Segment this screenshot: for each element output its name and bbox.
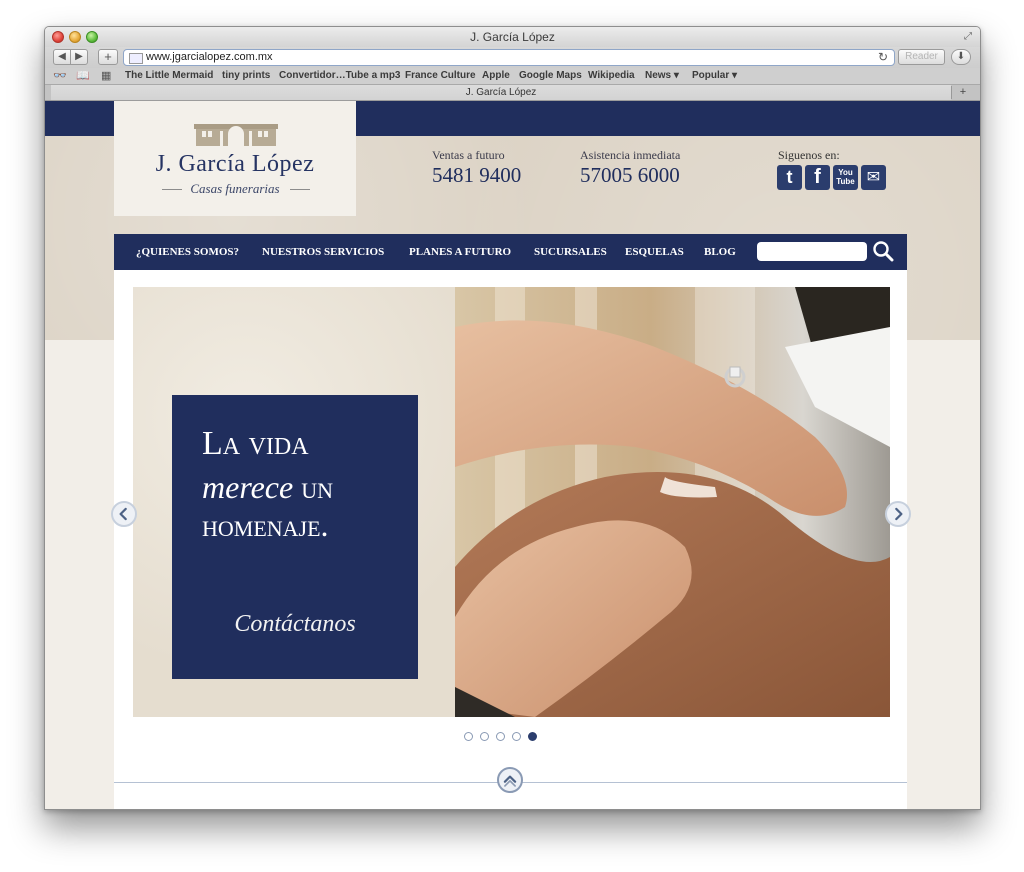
bookmark-item[interactable]: tiny prints <box>222 70 270 81</box>
contact-cta-link[interactable]: Contáctanos <box>172 611 418 638</box>
url-text[interactable]: www.jgarcialopez.com.mx <box>146 51 273 63</box>
main-nav: ¿QUIENES SOMOS? NUESTROS SERVICIOS PLANE… <box>114 234 907 270</box>
youtube-icon[interactable]: You Tube <box>833 165 858 190</box>
forward-button[interactable]: ▶ <box>70 49 88 65</box>
nav-item-esquelas[interactable]: ESQUELAS <box>625 246 684 258</box>
hero-line-3: homenaje. <box>202 507 329 543</box>
bookmarks-book-icon[interactable]: 📖 <box>76 69 90 82</box>
facebook-icon[interactable]: f <box>805 165 830 190</box>
content-area: La vida merece un homenaje. Contáctanos <box>111 270 911 809</box>
bookmark-item[interactable]: The Little Mermaid <box>125 70 213 81</box>
carousel-dot-active[interactable] <box>528 732 537 741</box>
search-icon[interactable] <box>872 240 894 262</box>
carousel-dot[interactable] <box>464 732 473 741</box>
contact-label-sales: Ventas a futuro <box>432 148 505 162</box>
tab-active[interactable]: J. García López <box>51 85 951 100</box>
nav-item-blog[interactable]: BLOG <box>704 246 736 258</box>
bookmark-item[interactable]: Google Maps <box>519 70 582 81</box>
bookmark-item[interactable]: Apple <box>482 70 510 81</box>
address-bar[interactable]: www.jgarcialopez.com.mx ↻ <box>123 49 895 66</box>
nav-item-quienes-somos[interactable]: ¿QUIENES SOMOS? <box>136 246 239 258</box>
page-viewport: J. García López Casas funerarias Ventas … <box>45 101 980 809</box>
brand-name: J. García López <box>155 151 315 177</box>
nav-item-planes[interactable]: PLANES A FUTURO <box>409 246 511 258</box>
browser-window: J. García López ⤢ ◀ ▶ + www.jgarcialopez… <box>44 26 981 810</box>
hero-line-1: La vida <box>202 425 309 462</box>
carousel-dot[interactable] <box>512 732 521 741</box>
reader-button[interactable]: Reader <box>898 49 945 65</box>
hero-message-card: La vida merece un homenaje. Contáctanos <box>172 395 418 679</box>
email-icon[interactable]: ✉ <box>861 165 886 190</box>
carousel-next-button[interactable] <box>885 501 911 527</box>
twitter-icon[interactable]: t <box>777 165 802 190</box>
back-button[interactable]: ◀ <box>53 49 71 65</box>
search-input[interactable] <box>757 242 867 261</box>
bookmark-item[interactable]: Convertidor…Tube a mp3 <box>279 70 401 81</box>
site-favicon-icon <box>129 53 143 64</box>
reload-icon[interactable]: ↻ <box>878 50 888 64</box>
tab-bar: J. García López + <box>45 85 980 101</box>
nav-item-sucursales[interactable]: SUCURSALES <box>534 246 607 258</box>
carousel-dot[interactable] <box>496 732 505 741</box>
top-sites-grid-icon[interactable]: ▦ <box>101 69 111 82</box>
carousel-dot[interactable] <box>480 732 489 741</box>
hero-hands-image <box>455 287 890 717</box>
scroll-up-button[interactable] <box>497 767 523 793</box>
logo[interactable]: J. García López Casas funerarias <box>114 101 356 216</box>
downloads-button[interactable]: ⬇ <box>951 49 971 65</box>
carousel-prev-button[interactable] <box>111 501 137 527</box>
building-icon <box>194 124 278 146</box>
window-title: J. García López <box>470 30 555 44</box>
bookmark-folder[interactable]: Popular ▾ <box>692 70 737 81</box>
contact-label-assistance: Asistencia inmediata <box>580 148 681 162</box>
contact-number-sales[interactable]: 5481 9400 <box>432 163 521 188</box>
contact-number-assistance[interactable]: 57005 6000 <box>580 163 680 188</box>
nav-item-servicios[interactable]: NUESTROS SERVICIOS <box>262 246 384 258</box>
new-tab-button[interactable]: + <box>951 86 974 99</box>
reading-list-icon[interactable]: 👓 <box>53 69 67 82</box>
hero-slide: La vida merece un homenaje. Contáctanos <box>133 287 890 717</box>
brand-rule-right <box>290 189 310 190</box>
bookmark-item[interactable]: Wikipedia <box>588 70 635 81</box>
brand-subtitle: Casas funerarias <box>190 181 280 196</box>
hero-line-2-italic: merece <box>202 469 294 505</box>
add-bookmark-button[interactable]: + <box>98 49 118 65</box>
bookmarks-bar: 👓 📖 ▦ The Little Mermaid tiny prints Con… <box>45 68 980 85</box>
hero-line-2: merece un <box>202 469 333 506</box>
social-label: Siguenos en: <box>778 148 840 162</box>
bookmark-item[interactable]: France Culture <box>405 70 476 81</box>
fullscreen-icon[interactable]: ⤢ <box>964 31 975 42</box>
hero-line-2-rest: un <box>301 469 333 505</box>
title-bar: J. García López ⤢ <box>45 27 980 47</box>
bookmark-folder[interactable]: News ▾ <box>645 70 679 81</box>
browser-toolbar: ◀ ▶ + www.jgarcialopez.com.mx ↻ Reader ⬇ <box>45 47 980 68</box>
